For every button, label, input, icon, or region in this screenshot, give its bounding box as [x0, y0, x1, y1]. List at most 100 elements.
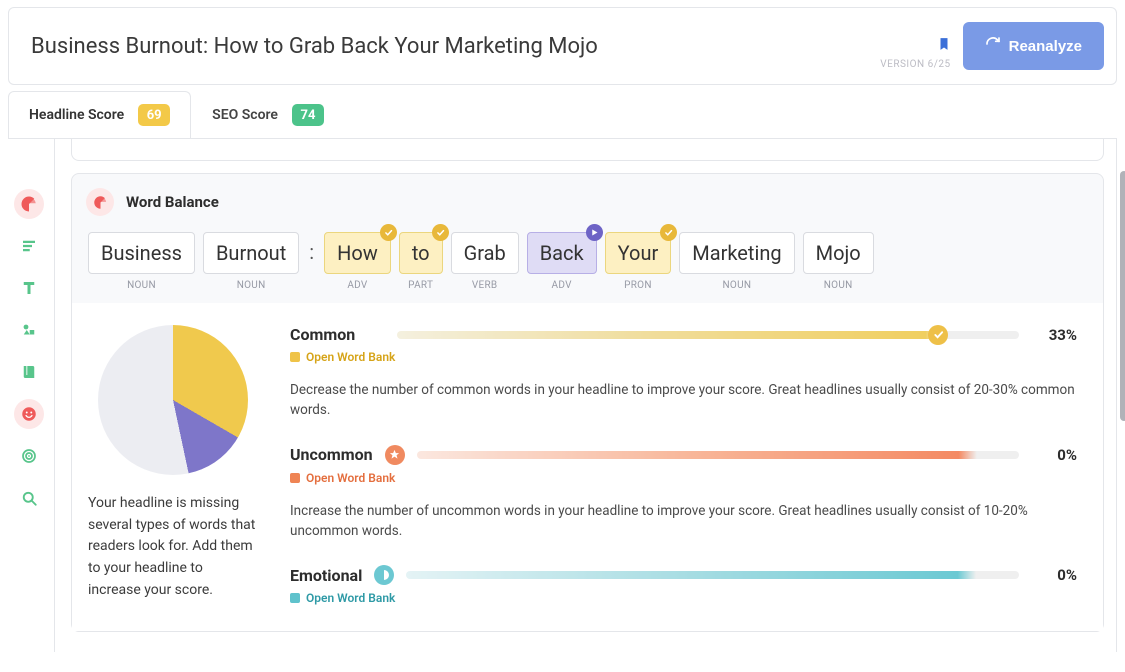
word-balance-pie	[98, 325, 248, 475]
shapes-icon	[20, 321, 38, 339]
metric-common-percent: 33%	[1031, 326, 1077, 344]
check-badge-icon	[660, 224, 677, 241]
metric-uncommon-desc: Increase the number of uncommon words in…	[290, 501, 1077, 542]
reanalyze-label: Reanalyze	[1009, 38, 1082, 55]
word-pos: PRON	[624, 280, 652, 291]
tab-headline-score[interactable]: Headline Score 69	[8, 91, 191, 138]
square-icon	[290, 473, 300, 483]
main-panel: Word Balance BusinessNOUNBurnoutNOUN:How…	[54, 139, 1117, 652]
word-pos: PART	[408, 280, 433, 291]
word-cell: Your PRON	[605, 232, 672, 291]
metric-emotional-percent: 0%	[1031, 566, 1077, 584]
word-pos: ADV	[347, 280, 367, 291]
word-box: Mojo	[803, 232, 874, 274]
metrics-column: Common 33% Open Word Bank	[290, 325, 1077, 631]
square-icon	[290, 593, 300, 603]
header-bar: Business Burnout: How to Grab Back Your …	[8, 7, 1117, 85]
word-box: Marketing	[679, 232, 794, 274]
word-box: Back	[527, 232, 597, 274]
word-row: BusinessNOUNBurnoutNOUN:HowADVtoPARTGrab…	[72, 226, 1103, 303]
metric-common-bar	[397, 331, 1019, 339]
refresh-icon	[985, 36, 1001, 56]
rail-nav-bars[interactable]	[14, 231, 44, 261]
bars-icon	[20, 237, 38, 255]
word-box: Burnout	[203, 232, 299, 274]
open-bank-label: Open Word Bank	[306, 350, 395, 364]
content: Word Balance BusinessNOUNBurnoutNOUN:How…	[8, 139, 1117, 652]
side-rail	[8, 139, 54, 652]
analysis-body: Your headline is missing several types o…	[72, 303, 1103, 631]
word-box: Your	[605, 232, 672, 274]
metric-uncommon-bar	[417, 451, 1019, 459]
headline-score-badge: 69	[138, 104, 170, 126]
header-right: VERSION 6/25 Reanalyze	[880, 22, 1104, 70]
word-cell: How ADV	[324, 232, 391, 291]
metric-emotional-title: Emotional	[290, 566, 362, 585]
word-cell: Business NOUN	[88, 232, 195, 291]
pie-caption: Your headline is missing several types o…	[88, 493, 258, 601]
tab-seo-label: SEO Score	[212, 107, 278, 123]
headline-title: Business Burnout: How to Grab Back Your …	[21, 34, 598, 59]
metric-common-title: Common	[290, 325, 385, 344]
version-text: VERSION 6/25	[880, 59, 950, 70]
word-balance-card: Word Balance BusinessNOUNBurnoutNOUN:How…	[71, 173, 1104, 632]
word-box: How	[324, 232, 391, 274]
check-icon	[928, 325, 948, 345]
rail-nav-text[interactable]	[14, 273, 44, 303]
arrow-badge-icon	[586, 224, 603, 241]
word-balance-title: Word Balance	[126, 193, 219, 211]
metric-common-desc: Decrease the number of common words in y…	[290, 380, 1077, 421]
check-badge-icon	[432, 224, 449, 241]
tab-seo-score[interactable]: SEO Score 74	[191, 91, 345, 138]
check-badge-icon	[380, 224, 397, 241]
version-wrap: VERSION 6/25	[880, 36, 950, 70]
tab-headline-label: Headline Score	[29, 107, 124, 123]
metric-uncommon-percent: 0%	[1031, 446, 1077, 464]
target-icon	[20, 447, 38, 465]
rail-nav-target[interactable]	[14, 441, 44, 471]
word-balance-icon	[86, 188, 114, 216]
metric-emotional-bar	[406, 571, 1019, 579]
half-circle-icon	[374, 565, 394, 585]
square-icon	[290, 352, 300, 362]
rail-nav-word-balance[interactable]	[14, 189, 44, 219]
pie-column: Your headline is missing several types o…	[88, 325, 258, 631]
word-pos: NOUN	[723, 280, 752, 291]
open-bank-label: Open Word Bank	[306, 591, 395, 605]
pie-chart-icon	[20, 195, 38, 213]
rail-nav-smile[interactable]	[14, 399, 44, 429]
open-bank-label: Open Word Bank	[306, 471, 395, 485]
metric-uncommon-title: Uncommon	[290, 445, 373, 464]
word-box: Business	[88, 232, 195, 274]
word-colon: :	[307, 232, 316, 272]
open-word-bank-common[interactable]: Open Word Bank	[290, 350, 395, 364]
seo-score-badge: 74	[292, 104, 324, 126]
word-cell: BurnoutNOUN	[203, 232, 299, 291]
star-icon	[385, 445, 405, 465]
rail-nav-shapes[interactable]	[14, 315, 44, 345]
word-cell: Back ADV	[527, 232, 597, 291]
search-icon	[20, 489, 38, 507]
metric-uncommon: Uncommon 0% Open	[290, 445, 1077, 542]
tabs: Headline Score 69 SEO Score 74	[8, 91, 1117, 139]
prev-card-bottom	[71, 139, 1104, 161]
open-word-bank-emotional[interactable]: Open Word Bank	[290, 591, 395, 605]
smile-icon	[20, 405, 38, 423]
open-word-bank-uncommon[interactable]: Open Word Bank	[290, 471, 395, 485]
word-pos: NOUN	[127, 280, 156, 291]
word-cell: Grab VERB	[451, 232, 519, 291]
word-balance-header: Word Balance	[72, 174, 1103, 226]
word-cell: toPART	[399, 232, 443, 291]
rail-nav-book[interactable]	[14, 357, 44, 387]
bookmark-icon[interactable]	[937, 36, 951, 55]
word-pos: VERB	[472, 280, 498, 291]
word-box: Grab	[451, 232, 519, 274]
word-pos: ADV	[552, 280, 572, 291]
word-cell: MojoNOUN	[803, 232, 874, 291]
reanalyze-button[interactable]: Reanalyze	[963, 22, 1104, 70]
rail-nav-search[interactable]	[14, 483, 44, 513]
scrollbar[interactable]	[1120, 171, 1125, 421]
word-cell: Marketing NOUN	[679, 232, 794, 291]
letter-t-icon	[20, 279, 38, 297]
book-icon	[20, 363, 38, 381]
